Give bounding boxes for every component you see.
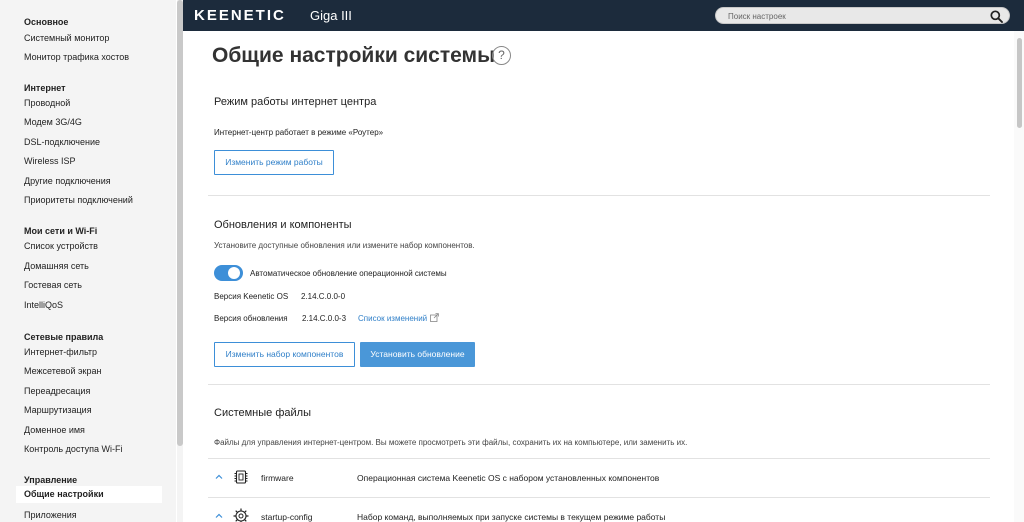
toggle-knob — [228, 267, 240, 279]
sidebar-item-wireless-isp[interactable]: Wireless ISP — [24, 155, 76, 168]
sidebar-item-other-connections[interactable]: Другие подключения — [24, 175, 111, 188]
top-bar: KEENETIC Giga III — [183, 0, 1024, 31]
auto-update-label: Автоматическое обновление операционной с… — [250, 269, 447, 278]
sidebar-group-title: Мои сети и Wi-Fi — [24, 226, 98, 236]
help-icon[interactable]: ? — [492, 46, 511, 65]
sidebar-item-domain-name[interactable]: Доменное имя — [24, 424, 85, 437]
updates-section-title: Обновления и компоненты — [214, 219, 352, 231]
sidebar-scrollbar[interactable] — [177, 0, 183, 522]
mode-section-title: Режим работы интернет центра — [214, 96, 377, 108]
chip-icon — [234, 470, 248, 484]
changelog-link-text[interactable]: Список изменений — [358, 314, 427, 323]
sidebar-group-title: Интернет — [24, 83, 66, 93]
system-files-title: Системные файлы — [214, 407, 311, 419]
sidebar-item-connection-priorities[interactable]: Приоритеты подключений — [24, 194, 133, 207]
sidebar-item-host-traffic[interactable]: Монитор трафика хостов — [24, 51, 129, 64]
auto-update-toggle[interactable] — [214, 265, 243, 281]
system-files-description: Файлы для управления интернет-центром. В… — [214, 438, 688, 447]
sidebar-item-firewall[interactable]: Межсетевой экран — [24, 365, 101, 378]
change-components-button[interactable]: Изменить набор компонентов — [214, 342, 355, 367]
changelog-link[interactable]: Список изменений — [358, 313, 440, 324]
sidebar-item-general-settings[interactable]: Общие настройки — [16, 486, 162, 503]
external-link-icon[interactable] — [430, 313, 440, 322]
sidebar-scrollbar-thumb[interactable] — [177, 0, 183, 446]
sidebar-item-system-monitor[interactable]: Системный монитор — [24, 32, 109, 45]
file-description: Операционная система Keenetic OS с набор… — [357, 473, 660, 483]
mode-status-text: Интернет-центр работает в режиме «Роутер… — [214, 128, 384, 137]
sidebar-item-dsl[interactable]: DSL-подключение — [24, 136, 100, 149]
file-name[interactable]: firmware — [261, 473, 294, 484]
page-title: Общие настройки системы — [212, 44, 496, 67]
install-update-button[interactable]: Установить обновление — [360, 342, 475, 367]
sidebar-item-home-network[interactable]: Домашняя сеть — [24, 260, 89, 273]
sidebar-item-device-list[interactable]: Список устройств — [24, 240, 98, 253]
sidebar-group-title: Основное — [24, 17, 69, 27]
section-divider — [208, 384, 990, 385]
search-box[interactable] — [715, 7, 1010, 24]
search-icon[interactable] — [990, 10, 1003, 23]
chevron-up-icon[interactable] — [214, 511, 224, 521]
main-scrollbar-thumb[interactable] — [1017, 38, 1022, 128]
sidebar-item-wired[interactable]: Проводной — [24, 97, 70, 110]
sidebar-item-wifi-access-control[interactable]: Контроль доступа Wi-Fi — [24, 443, 122, 456]
search-input[interactable] — [728, 9, 978, 23]
file-row-startup-config[interactable]: startup-config Набор команд, выполняемых… — [208, 497, 990, 522]
file-description: Набор команд, выполняемых при запуске си… — [357, 512, 666, 522]
sidebar-item-modem[interactable]: Модем 3G/4G — [24, 116, 82, 129]
file-name[interactable]: startup-config — [261, 512, 313, 522]
sidebar: Основное Системный монитор Монитор трафи… — [0, 0, 176, 522]
main-scrollbar[interactable] — [1014, 31, 1024, 522]
sidebar-item-applications[interactable]: Приложения — [24, 509, 77, 522]
os-version-label: Версия Keenetic OS — [214, 292, 289, 301]
update-version-value: 2.14.C.0.0-3 — [302, 314, 347, 323]
file-row-firmware[interactable]: firmware Операционная система Keenetic O… — [208, 458, 990, 497]
sidebar-group-title: Управление — [24, 475, 78, 485]
sidebar-item-guest-network[interactable]: Гостевая сеть — [24, 279, 82, 292]
updates-description: Установите доступные обновления или изме… — [214, 241, 475, 250]
sidebar-item-intelliqos[interactable]: IntelliQoS — [24, 299, 63, 312]
update-version-label: Версия обновления — [214, 314, 288, 323]
chevron-up-icon[interactable] — [214, 472, 224, 482]
sidebar-item-routing[interactable]: Маршрутизация — [24, 404, 92, 417]
sidebar-item-port-forwarding[interactable]: Переадресация — [24, 385, 90, 398]
gear-icon — [233, 508, 249, 522]
device-model: Giga III — [310, 8, 352, 23]
sidebar-group-title: Сетевые правила — [24, 332, 104, 342]
section-divider — [208, 195, 990, 196]
sidebar-item-internet-filter[interactable]: Интернет-фильтр — [24, 346, 97, 359]
change-mode-button[interactable]: Изменить режим работы — [214, 150, 334, 175]
keenetic-logo[interactable]: KEENETIC — [194, 7, 286, 24]
os-version-value: 2.14.C.0.0-0 — [301, 292, 346, 301]
